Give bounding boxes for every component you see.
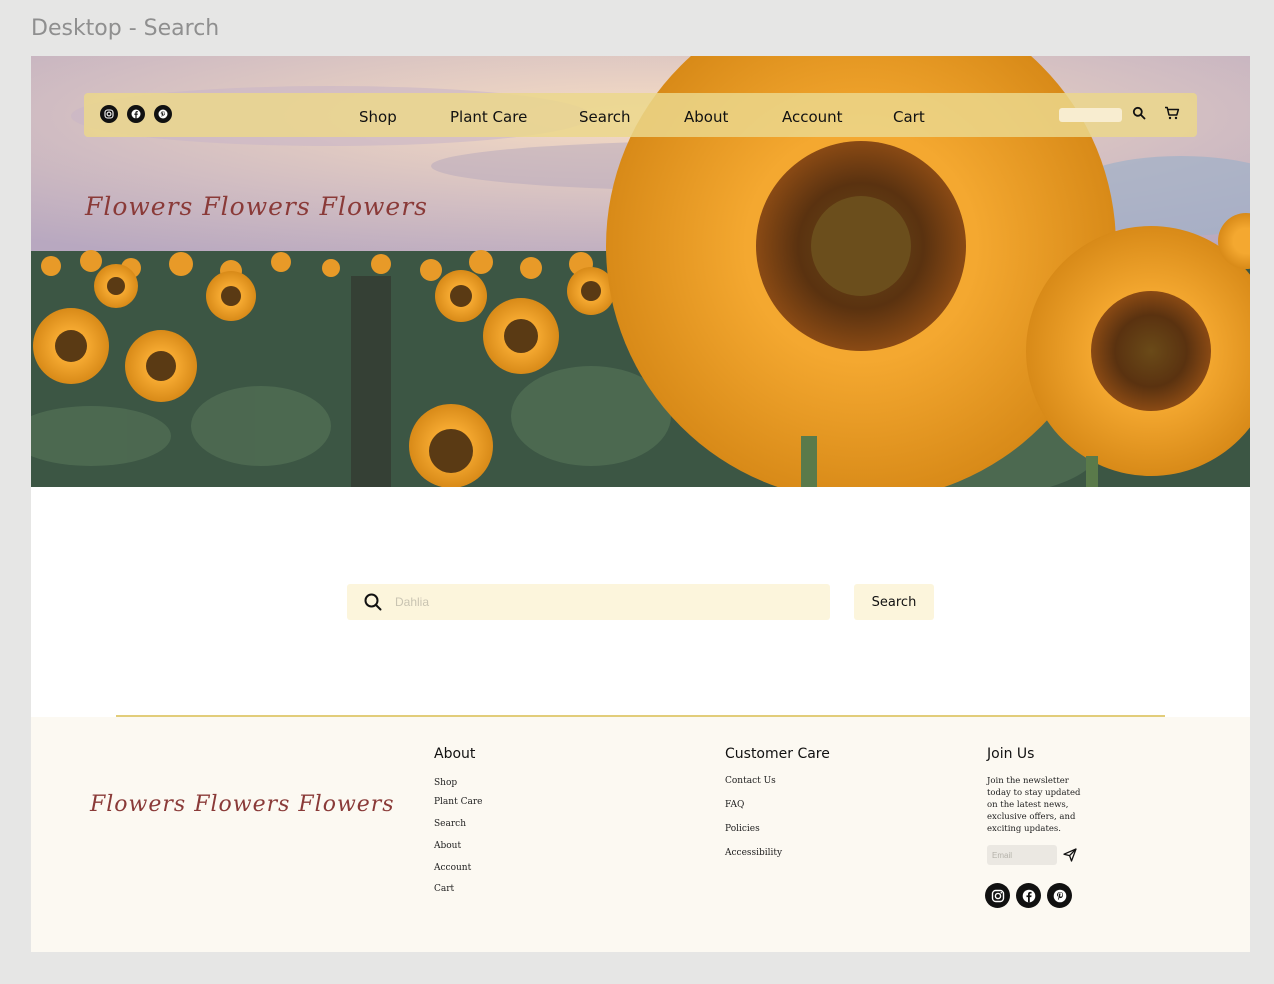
footer-link-plant-care[interactable]: Plant Care (434, 797, 482, 807)
footer-link-contact-us[interactable]: Contact Us (725, 776, 776, 786)
footer-link-faq[interactable]: FAQ (725, 800, 744, 810)
search-icon[interactable] (1132, 106, 1146, 125)
send-icon[interactable] (1063, 848, 1077, 867)
footer-social-icons (985, 883, 1072, 908)
nav-link-cart[interactable]: Cart (893, 108, 925, 126)
nav-link-plant-care[interactable]: Plant Care (450, 108, 527, 126)
search-field (347, 584, 830, 620)
nav-link-search[interactable]: Search (579, 108, 631, 126)
hero-banner: Shop Plant Care Search About Account Car… (31, 56, 1250, 487)
search-input[interactable] (395, 584, 815, 620)
search-icon (364, 593, 382, 616)
pinterest-icon[interactable] (1047, 883, 1072, 908)
page: Shop Plant Care Search About Account Car… (31, 56, 1250, 952)
nav-links: Shop Plant Care Search About Account Car… (84, 93, 1197, 137)
footer-link-account[interactable]: Account (434, 863, 471, 873)
footer-link-shop[interactable]: Shop (434, 778, 457, 788)
nav-link-about[interactable]: About (684, 108, 728, 126)
nav-link-shop[interactable]: Shop (359, 108, 397, 126)
nav-link-account[interactable]: Account (782, 108, 843, 126)
footer-link-policies[interactable]: Policies (725, 824, 760, 834)
footer-link-about[interactable]: About (434, 841, 461, 851)
footer-about-heading: About (434, 746, 476, 762)
instagram-icon[interactable] (985, 883, 1010, 908)
footer-link-accessibility[interactable]: Accessibility (725, 848, 782, 858)
facebook-icon[interactable] (1016, 883, 1041, 908)
footer-link-search[interactable]: Search (434, 819, 466, 829)
nav-search-input[interactable] (1059, 108, 1122, 122)
footer-join-heading: Join Us (987, 746, 1035, 762)
footer: Flowers Flowers Flowers About Shop Plant… (31, 717, 1250, 952)
footer-link-cart[interactable]: Cart (434, 884, 454, 894)
cart-icon[interactable] (1164, 106, 1180, 125)
search-button[interactable]: Search (854, 584, 934, 620)
email-field[interactable] (987, 845, 1057, 865)
newsletter-text: Join the newsletter today to stay update… (987, 776, 1081, 834)
frame-label: Desktop - Search (31, 16, 220, 41)
top-navbar: Shop Plant Care Search About Account Car… (84, 93, 1197, 137)
hero-script-title: Flowers Flowers Flowers (85, 192, 428, 221)
footer-brand-script: Flowers Flowers Flowers (90, 792, 395, 817)
footer-customer-care-heading: Customer Care (725, 746, 830, 762)
